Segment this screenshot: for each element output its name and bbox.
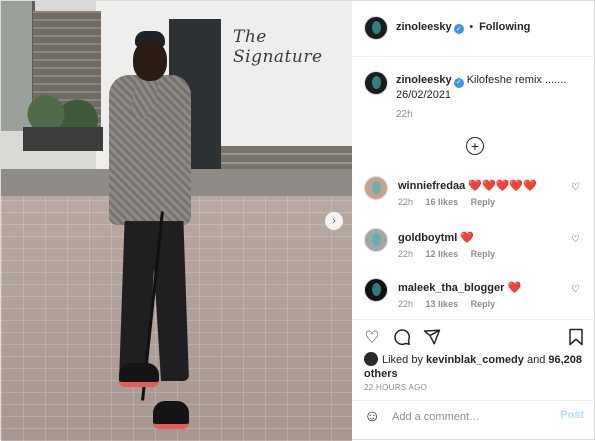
post-modal: The Signature › zinoleesky✓ • Following: [0, 0, 595, 441]
comment-text: ❤️❤️❤️❤️❤️: [468, 180, 537, 192]
person-head: [133, 41, 167, 81]
comment-icon[interactable]: [392, 328, 412, 348]
post-button[interactable]: Post: [560, 409, 584, 421]
comment-meta: 22h 16 likes Reply: [398, 197, 505, 207]
photo-pots: [23, 127, 103, 151]
comment-item: winniefredaa ❤️❤️❤️❤️❤️ 22h 16 likes Rep…: [364, 176, 588, 216]
header-separator: •: [469, 21, 474, 33]
avatar[interactable]: [364, 176, 388, 200]
comment-text: ❤️: [507, 282, 522, 294]
post-side-panel: zinoleesky ✓ • Following zinoleesky ✓ Kilo…: [352, 1, 595, 441]
comment-time[interactable]: 22h: [398, 249, 413, 259]
comment-text: ❤️: [460, 232, 475, 244]
heart-icon[interactable]: ♡: [571, 284, 580, 295]
person-shoe: [119, 363, 159, 387]
add-comment-bar: ☺ Post: [352, 400, 595, 432]
likes-and: and: [526, 354, 546, 366]
caption-time[interactable]: 22h: [396, 109, 413, 120]
caption-username[interactable]: zinoleesky: [396, 74, 452, 86]
avatar[interactable]: [364, 352, 378, 366]
bookmark-icon[interactable]: [566, 328, 586, 348]
share-icon[interactable]: [422, 328, 442, 348]
comment-meta: 22h 12 likes Reply: [398, 249, 505, 259]
reply-button[interactable]: Reply: [471, 197, 496, 207]
likes-prefix: Liked by: [382, 354, 423, 366]
comment-time[interactable]: 22h: [398, 299, 413, 309]
photo-sign: The Signature: [233, 27, 323, 67]
caption-text-block: zinoleesky ✓ Kilofeshe remix ....... 26/0…: [396, 73, 586, 102]
avatar[interactable]: [364, 278, 388, 302]
person-shoe: [153, 401, 189, 429]
comment-text-line: winniefredaa ❤️❤️❤️❤️❤️: [398, 179, 537, 192]
heart-icon[interactable]: ♡: [571, 182, 580, 193]
load-more-comments-button[interactable]: +: [466, 137, 484, 155]
comment-text-line: maleek_tha_blogger ❤️: [398, 281, 521, 294]
heart-icon[interactable]: ♡: [571, 234, 580, 245]
comment-time[interactable]: 22h: [398, 197, 413, 207]
post-actions: ♡ Liked by kevinblak_comedy and 96,208 o…: [352, 319, 595, 431]
verified-icon: ✓: [453, 24, 464, 34]
header-username[interactable]: zinoleesky: [396, 21, 452, 33]
comment-item: maleek_tha_blogger ❤️ 22h 13 likes Reply…: [364, 278, 588, 318]
comment-item: goldboytml ❤️ 22h 12 likes Reply ♡: [364, 228, 588, 268]
reply-button[interactable]: Reply: [471, 249, 496, 259]
comment-input[interactable]: [392, 408, 542, 426]
comment-likes[interactable]: 12 likes: [426, 249, 459, 259]
avatar[interactable]: [364, 228, 388, 252]
avatar[interactable]: [364, 71, 388, 95]
following-button[interactable]: Following: [479, 21, 530, 33]
likes-summary: Liked by kevinblak_comedy and 96,208 oth…: [364, 352, 584, 381]
post-header: zinoleesky ✓ • Following: [352, 1, 595, 57]
verified-icon: ✓: [453, 78, 464, 88]
avatar[interactable]: [364, 16, 388, 40]
post-photo[interactable]: The Signature ›: [1, 1, 352, 441]
comment-text-line: goldboytml ❤️: [398, 231, 474, 244]
liker-username[interactable]: kevinblak_comedy: [426, 354, 524, 366]
heart-icon[interactable]: ♡: [362, 328, 382, 348]
comment-likes[interactable]: 16 likes: [426, 197, 459, 207]
comment-username[interactable]: winniefredaa: [398, 180, 465, 192]
comment-username[interactable]: goldboytml: [398, 232, 457, 244]
comment-likes[interactable]: 13 likes: [426, 299, 459, 309]
chevron-right-icon[interactable]: ›: [325, 212, 343, 230]
header-user-line: zinoleesky ✓ • Following: [396, 21, 530, 34]
post-timestamp[interactable]: 22 HOURS AGO: [364, 383, 427, 392]
reply-button[interactable]: Reply: [471, 299, 496, 309]
emoji-icon[interactable]: ☺: [364, 408, 380, 426]
comment-meta: 22h 13 likes Reply: [398, 299, 505, 309]
plus-icon: +: [470, 138, 480, 154]
comment-username[interactable]: maleek_tha_blogger: [398, 282, 504, 294]
